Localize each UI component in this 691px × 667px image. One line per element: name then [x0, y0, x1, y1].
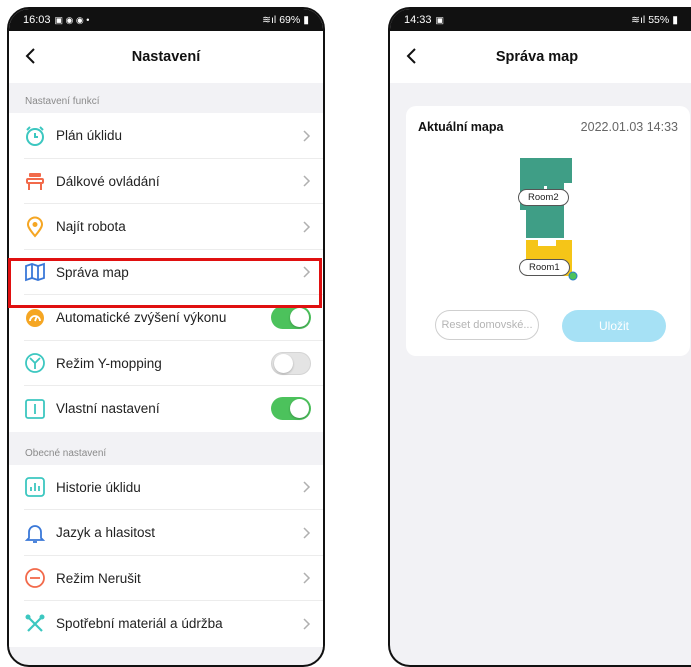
- remote-control-icon: [24, 170, 46, 192]
- settings-item-label: Režim Y-mopping: [56, 355, 162, 371]
- status-time: 16:03: [23, 14, 51, 26]
- current-map-title: Aktuální mapa: [418, 120, 504, 134]
- chevron-right-icon: [303, 130, 311, 142]
- toggle-knob: [274, 353, 293, 373]
- settings-item-find-robot[interactable]: Najít robota: [9, 204, 323, 250]
- y-mop-icon: [24, 352, 46, 374]
- settings-item-label: Vlastní nastavení: [56, 401, 160, 417]
- settings-item-label: Automatické zvýšení výkonu: [56, 310, 227, 326]
- chevron-right-icon: [303, 266, 311, 278]
- chevron-right-icon: [303, 618, 311, 630]
- section-label-functions: Nastavení funkcí: [25, 96, 100, 107]
- settings-item-label: Spotřební materiál a údržba: [56, 616, 223, 632]
- settings-item-remote-control[interactable]: Dálkové ovládání: [9, 159, 323, 205]
- room-label-room2[interactable]: Room2: [518, 189, 569, 206]
- notification-icons: ▣: [435, 14, 445, 25]
- alarm-clock-icon: [24, 125, 46, 147]
- settings-item-label: Historie úklidu: [56, 479, 141, 495]
- chevron-right-icon: [303, 481, 311, 493]
- toggle-knob: [290, 308, 309, 328]
- back-arrow-icon[interactable]: [21, 45, 41, 67]
- settings-screen: 16:03 ▣ ◉ ◉ • ≋ıl 69% ▮ Nastavení Nastav…: [7, 7, 325, 667]
- battery-icon: ▮: [672, 14, 678, 26]
- settings-item-consumables[interactable]: Spotřební materiál a údržba: [9, 601, 323, 647]
- chevron-right-icon: [303, 175, 311, 187]
- settings-item-label: Jazyk a hlasitost: [56, 525, 156, 541]
- settings-item-label: Správa map: [56, 264, 129, 280]
- y-mopping-toggle[interactable]: [271, 351, 311, 375]
- toggle-knob: [290, 399, 309, 419]
- battery-icon: ▮: [303, 14, 309, 26]
- chevron-right-icon: [303, 572, 311, 584]
- room-label-room1[interactable]: Room1: [519, 259, 570, 276]
- chevron-right-icon: [303, 221, 311, 233]
- header: Správa map: [390, 31, 691, 83]
- settings-item-label: Dálkové ovládání: [56, 173, 160, 189]
- settings-item-do-not-disturb[interactable]: Režim Nerušit: [9, 556, 323, 602]
- auto-power-boost-toggle[interactable]: [271, 306, 311, 330]
- custom-settings-toggle[interactable]: [271, 397, 311, 421]
- location-pin-icon: [24, 216, 46, 238]
- settings-item-label: Plán úklidu: [56, 128, 123, 144]
- status-bar: 14:33 ▣ ≋ıl 55% ▮: [390, 9, 691, 31]
- page-title: Nastavení: [131, 49, 201, 65]
- settings-item-cleaning-plan[interactable]: Plán úklidu: [9, 113, 323, 159]
- general-list: Historie úklidu Jazyk a hlasitost Režim …: [9, 464, 323, 647]
- reset-dock-button[interactable]: Reset domovské...: [435, 310, 539, 340]
- map-icon: [24, 261, 46, 283]
- chevron-right-icon: [303, 527, 311, 539]
- page-title: Správa map: [495, 49, 579, 65]
- settings-item-custom-settings[interactable]: Vlastní nastavení: [9, 386, 323, 432]
- battery-level: 69%: [279, 14, 301, 26]
- maintenance-icon: [24, 613, 46, 635]
- settings-item-cleaning-history[interactable]: Historie úklidu: [9, 465, 323, 511]
- wifi-signal-icon: ≋ıl: [262, 14, 277, 26]
- power-boost-icon: [24, 307, 46, 329]
- back-arrow-icon[interactable]: [402, 45, 422, 67]
- functions-list: Plán úklidu Dálkové ovládání Najít robot…: [9, 113, 323, 432]
- map-preview[interactable]: Room2 Room1: [518, 158, 580, 283]
- settings-item-map-management[interactable]: Správa map: [9, 250, 323, 296]
- settings-item-auto-power-boost[interactable]: Automatické zvýšení výkonu: [9, 295, 323, 341]
- custom-settings-icon: [24, 398, 46, 420]
- settings-item-label: Režim Nerušit: [56, 570, 141, 586]
- settings-item-y-mopping[interactable]: Režim Y-mopping: [9, 341, 323, 387]
- wifi-signal-icon: ≋ıl: [631, 14, 646, 26]
- notification-icons: ▣ ◉ ◉ •: [54, 14, 90, 25]
- status-bar: 16:03 ▣ ◉ ◉ • ≋ıl 69% ▮: [9, 9, 323, 31]
- map-management-screen: 14:33 ▣ ≋ıl 55% ▮ Správa map Aktuální ma…: [388, 7, 691, 667]
- status-time: 14:33: [404, 14, 432, 26]
- current-map-card: Aktuální mapa 2022.01.03 14:33 Room2 Roo…: [406, 106, 690, 356]
- do-not-disturb-icon: [24, 567, 46, 589]
- settings-item-label: Najít robota: [56, 219, 126, 235]
- header: Nastavení: [9, 31, 323, 83]
- battery-level: 55%: [648, 14, 670, 26]
- save-button[interactable]: Uložit: [562, 310, 666, 342]
- map-date: 2022.01.03 14:33: [580, 120, 678, 134]
- history-chart-icon: [24, 476, 46, 498]
- section-label-general: Obecné nastavení: [25, 447, 107, 459]
- bell-icon: [24, 522, 46, 544]
- settings-item-language-volume[interactable]: Jazyk a hlasitost: [9, 510, 323, 556]
